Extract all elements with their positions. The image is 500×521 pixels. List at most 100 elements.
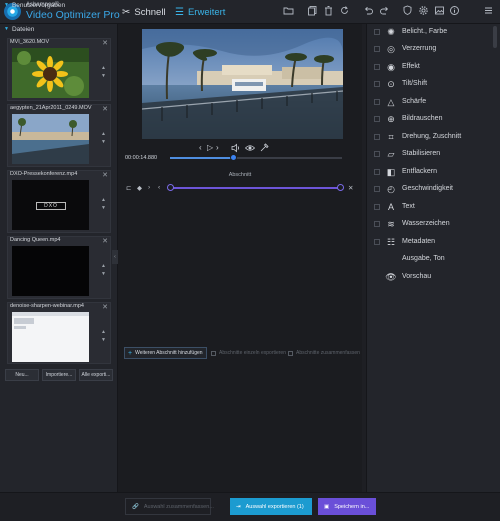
checkbox-icon[interactable] (374, 238, 380, 245)
filter-text[interactable]: A Text (368, 198, 492, 215)
section-tag-icon[interactable]: ◆ (137, 184, 142, 192)
plus-icon: + (128, 349, 133, 357)
scrollbar-thumb[interactable] (493, 26, 497, 48)
move-down-icon[interactable]: ▼ (101, 337, 106, 343)
reset-icon[interactable] (338, 5, 351, 18)
checkbox-icon[interactable] (374, 150, 380, 157)
merge-selection-button[interactable]: 🔗 Auswahl zusammenfassen... (125, 498, 214, 515)
image-icon[interactable] (433, 5, 446, 18)
filter-output-sound[interactable]: Ausgabe, Ton (368, 250, 492, 267)
move-down-icon[interactable]: ▼ (101, 271, 106, 277)
file-item[interactable]: aegypten_21Apr2011_0249.MOV ✕ ▲ ▼ (7, 104, 111, 167)
checkbox-icon[interactable] (374, 203, 380, 210)
checkbox-icon[interactable] (374, 98, 380, 105)
checkbox-icon[interactable] (374, 80, 380, 87)
shield-settings-icon[interactable] (401, 5, 414, 18)
preset-import-button[interactable]: Importiere... (42, 369, 76, 381)
export-icon: ⇥ (236, 503, 241, 510)
close-icon[interactable]: ✕ (102, 171, 108, 179)
export-sections-individually-checkbox[interactable]: Abschnitte einzeln exportieren (211, 350, 286, 356)
close-icon[interactable]: ✕ (102, 105, 108, 113)
move-down-icon[interactable]: ▼ (101, 205, 106, 211)
move-up-icon[interactable]: ▲ (101, 65, 106, 71)
checkbox-icon[interactable] (374, 115, 380, 122)
filter-distortion[interactable]: ◎ Verzerrung (368, 40, 492, 57)
close-icon[interactable]: ✕ (102, 303, 108, 311)
files-header-label: Dateien (11, 25, 35, 33)
filter-sharpen[interactable]: △ Schärfe (368, 93, 492, 110)
filter-tilt-shift[interactable]: ⊙ Tilt/Shift (368, 75, 492, 92)
preset-new-button[interactable]: Neu... (5, 369, 39, 381)
filter-watermark[interactable]: ≋ Wasserzeichen (368, 215, 492, 232)
filter-effect[interactable]: ◉ Effekt (368, 58, 492, 75)
next-frame-icon[interactable]: › (216, 143, 219, 153)
checkbox-icon[interactable] (374, 133, 380, 140)
section-range-track[interactable] (171, 187, 341, 189)
close-icon[interactable]: ✕ (102, 237, 108, 245)
move-up-icon[interactable]: ▲ (101, 263, 106, 269)
section-next-icon[interactable]: › (148, 184, 150, 191)
filter-speed[interactable]: ◴ Geschwindigkeit (368, 180, 492, 197)
color-picker-icon[interactable] (259, 143, 269, 153)
merge-sections-checkbox[interactable]: Abschnitte zusammenfassen (288, 350, 360, 356)
play-icon[interactable]: ▷ (207, 143, 213, 153)
gear-icon[interactable] (417, 5, 430, 18)
mode-advanced-tab[interactable]: ☰ Erweitert (175, 4, 225, 20)
filter-rotate-crop[interactable]: ⌗ Drehung, Zuschnitt (368, 128, 492, 145)
presets-section-header[interactable]: ▼ Benutzervorgaben (0, 0, 118, 10)
menu-icon[interactable] (482, 5, 495, 18)
export-selection-label: Auswahl exportieren (1) (245, 503, 304, 510)
filter-deflicker[interactable]: ◧ Entflackern (368, 163, 492, 180)
filter-metadata[interactable]: ☷ Metadaten (368, 233, 492, 250)
output-sound-icon (385, 253, 397, 265)
preview-eye-icon[interactable] (244, 143, 256, 153)
file-item[interactable]: DXO-Pressekonferenz.mp4 ✕ DXO ▲ ▼ (7, 170, 111, 233)
checkbox-icon[interactable] (374, 28, 380, 35)
checkbox-icon[interactable] (374, 45, 380, 52)
speed-icon: ◴ (387, 183, 395, 194)
section-marker-icon[interactable]: ⊏ (126, 184, 131, 192)
checkbox-icon[interactable] (374, 168, 380, 175)
info-icon[interactable] (448, 5, 461, 18)
files-section-header[interactable]: ▼ Dateien (0, 24, 118, 34)
checkbox-icon[interactable] (374, 63, 380, 70)
file-item[interactable]: denoise-sharpen-webinar.mp4 ✕ ▲ ▼ (7, 302, 111, 364)
copy-icon[interactable] (306, 5, 319, 18)
add-section-button[interactable]: + Weiteren Abschnitt hinzufügen (124, 347, 207, 359)
file-item[interactable]: Dancing Queen.mp4 ✕ ▲ ▼ (7, 236, 111, 299)
folder-icon[interactable] (282, 5, 295, 18)
collapse-panel-icon[interactable]: ‹ (112, 250, 118, 264)
filter-stabilize[interactable]: ▱ Stabilisieren (368, 145, 492, 162)
checkbox-icon[interactable] (374, 220, 380, 227)
section-end-handle[interactable] (337, 184, 344, 191)
mode-quick-tab[interactable]: ✂ Schnell (122, 4, 166, 20)
filter-brightness-color[interactable]: ✺ Belicht., Farbe (368, 23, 492, 40)
file-name: denoise-sharpen-webinar.mp4 (10, 303, 84, 309)
filter-label: Text (402, 203, 415, 210)
move-up-icon[interactable]: ▲ (101, 329, 106, 335)
undo-icon[interactable] (362, 5, 375, 18)
file-item[interactable]: MVI_3620.MOV ✕ ▲ ▼ (7, 38, 111, 101)
section-prev-icon[interactable]: ‹ (158, 184, 160, 191)
move-down-icon[interactable]: ▼ (101, 139, 106, 145)
trash-icon[interactable] (322, 5, 335, 18)
preset-export-all-button[interactable]: Alle exporti... (79, 369, 113, 381)
save-to-button[interactable]: ▣ Speichern in... (318, 498, 376, 515)
filter-preview[interactable]: 👁 Vorschau (368, 268, 492, 285)
checkbox-icon[interactable] (374, 185, 380, 192)
remove-section-icon[interactable]: ✕ (348, 184, 353, 192)
move-up-icon[interactable]: ▲ (101, 197, 106, 203)
redo-icon[interactable] (378, 5, 391, 18)
previous-frame-icon[interactable]: ‹ (199, 143, 202, 153)
move-down-icon[interactable]: ▼ (101, 73, 106, 79)
move-up-icon[interactable]: ▲ (101, 131, 106, 137)
volume-icon[interactable] (231, 143, 241, 153)
filter-noise[interactable]: ⊕ Bildrauschen (368, 110, 492, 127)
collapse-triangle-icon: ▼ (4, 26, 9, 32)
file-thumbnail (12, 312, 89, 362)
section-label: Abschnitt (228, 172, 252, 178)
deflicker-icon: ◧ (386, 166, 396, 177)
close-icon[interactable]: ✕ (102, 39, 108, 47)
export-selection-button[interactable]: ⇥ Auswahl exportieren (1) (230, 498, 312, 515)
section-start-handle[interactable] (167, 184, 174, 191)
